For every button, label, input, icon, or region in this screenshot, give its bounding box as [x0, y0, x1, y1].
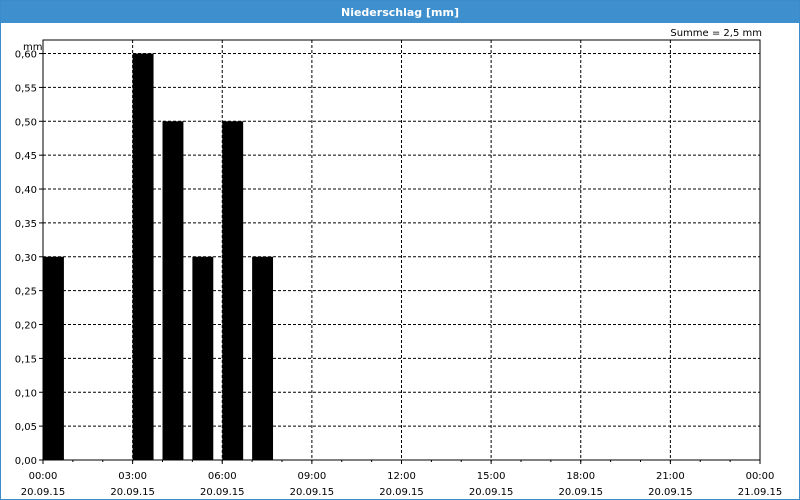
- y-tick-label: 0,45: [15, 151, 37, 162]
- y-tick-label: 0,05: [15, 422, 37, 433]
- y-tick-label: 0,20: [15, 321, 37, 332]
- bar: [222, 121, 244, 461]
- bar: [162, 121, 184, 461]
- y-tick-label: 0,40: [15, 185, 37, 196]
- x-tick-time-label: 18:00: [566, 471, 595, 482]
- x-tick-time-label: 03:00: [118, 471, 147, 482]
- x-tick-time-label: 15:00: [477, 471, 506, 482]
- x-tick-date-label: 20.09.15: [558, 487, 603, 498]
- x-tick-time-label: 06:00: [208, 471, 237, 482]
- x-tick-time-label: 09:00: [297, 471, 326, 482]
- bar: [252, 256, 274, 460]
- y-tick-label: 0,50: [15, 117, 37, 128]
- x-tick-date-label: 20.09.15: [200, 487, 245, 498]
- x-tick-date-label: 20.09.15: [469, 487, 514, 498]
- y-axis-ticks: 0,00 0,05 0,10 0,15 0,20 0,25 0,30 0,35 0,40 0,45…: [15, 50, 43, 467]
- y-tick-label: 0,00: [15, 456, 37, 467]
- y-tick-label: 0,10: [15, 388, 37, 399]
- x-tick-date-label: 20.09.15: [110, 487, 155, 498]
- y-tick-label: 0,55: [15, 83, 37, 94]
- x-tick-date-label: 20.09.15: [379, 487, 424, 498]
- precipitation-chart: 0,00 0,05 0,10 0,15 0,20 0,25 0,30 0,35 0,40 0,45…: [15, 28, 783, 498]
- x-tick-time-label: 00:00: [746, 471, 775, 482]
- x-tick-time-label: 00:00: [29, 471, 58, 482]
- bar: [43, 256, 64, 460]
- x-tick-date-label: 20.09.15: [648, 487, 693, 498]
- bar: [192, 256, 214, 460]
- y-tick-label: 0,15: [15, 354, 37, 365]
- x-tick-date-label: 20.09.15: [21, 487, 66, 498]
- x-tick-date-label: 21.09.15: [738, 487, 783, 498]
- x-tick-time-label: 21:00: [656, 471, 685, 482]
- x-tick-time-label: 12:00: [387, 471, 416, 482]
- x-tick-date-label: 20.09.15: [290, 487, 335, 498]
- bar: [132, 53, 154, 460]
- y-axis-unit-label: mm: [23, 42, 42, 53]
- y-tick-label: 0,25: [15, 287, 37, 298]
- x-axis-ticks: 00:00 20.09.15 03:00 20.09.15 06:00 20.09.15 0…: [21, 460, 783, 498]
- y-tick-label: 0,35: [15, 219, 37, 230]
- sum-label: Summe = 2,5 mm: [670, 28, 762, 39]
- y-tick-label: 0,30: [15, 253, 37, 264]
